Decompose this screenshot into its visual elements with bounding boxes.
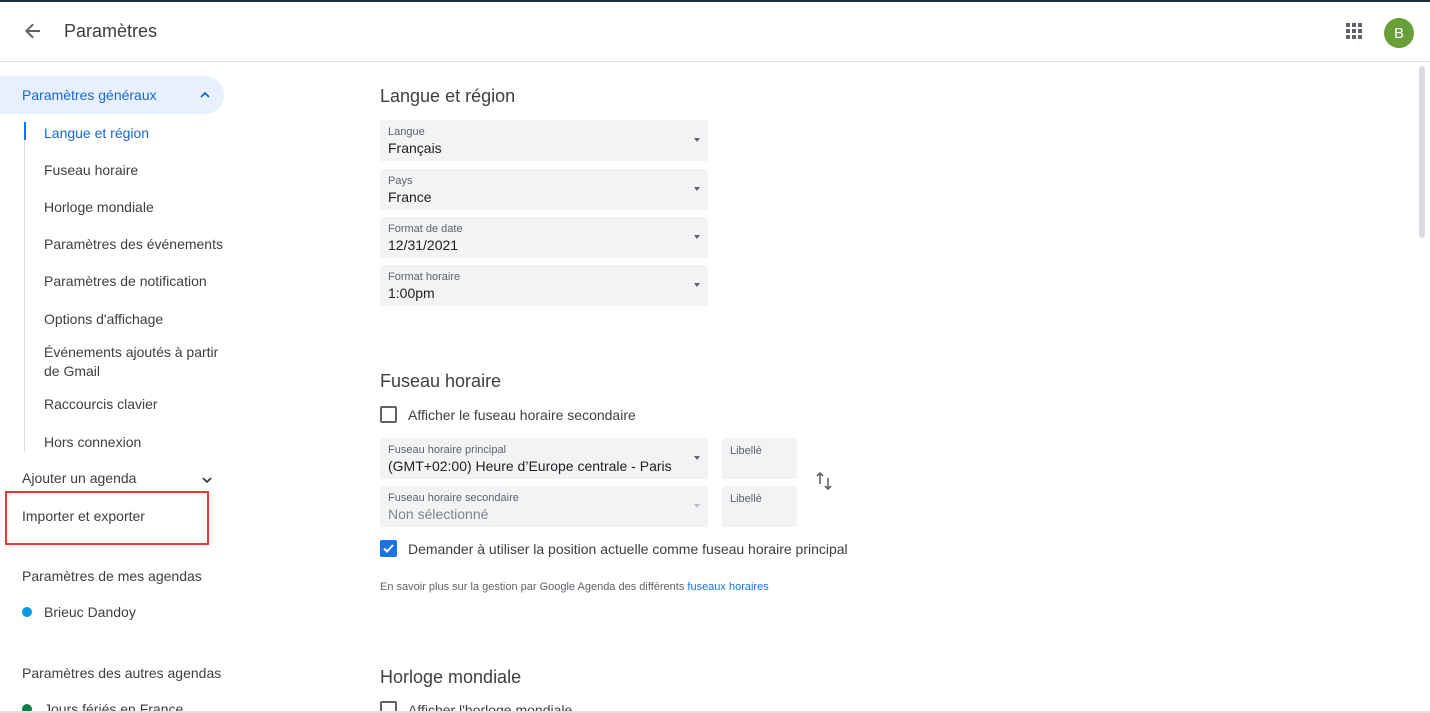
input-placeholder: Libellé [730, 445, 762, 457]
field-label: Fuseau horaire secondaire [388, 492, 519, 504]
submenu-divider [24, 122, 25, 452]
dropdown-arrow-icon [694, 283, 700, 287]
field-value: Français [388, 140, 442, 156]
arrow-back-icon[interactable] [20, 18, 46, 44]
secondary-timezone-label-input[interactable]: Libellé [722, 486, 797, 527]
sidebar-item-world-clock[interactable]: Horloge mondiale [44, 198, 154, 217]
sidebar-item-event-settings[interactable]: Paramètres des événements [44, 235, 223, 254]
sidebar-item-offline[interactable]: Hors connexion [44, 433, 141, 452]
my-calendars-heading: Paramètres de mes agendas [22, 568, 202, 584]
check-icon [383, 544, 394, 553]
field-value: 12/31/2021 [388, 237, 459, 253]
field-value: (GMT+02:00) Heure d’Europe centrale - Pa… [388, 458, 672, 474]
checkbox-label: Afficher le fuseau horaire secondaire [408, 406, 636, 423]
dropdown-arrow-icon [694, 138, 700, 142]
chevron-down-icon[interactable] [200, 473, 214, 487]
section-title-timezone: Fuseau horaire [380, 371, 502, 391]
help-text: En savoir plus sur la gestion par Google… [380, 581, 688, 593]
active-indicator [24, 122, 26, 140]
field-label: Fuseau horaire principal [388, 444, 507, 456]
settings-sidebar: Paramètres généraux Langue et région Fus… [0, 62, 240, 713]
field-value: France [388, 189, 432, 205]
ask-location-row: Demander à utiliser la position actuelle… [380, 540, 848, 557]
primary-timezone-select[interactable]: Fuseau horaire principal (GMT+02:00) Heu… [380, 438, 708, 479]
sidebar-item-my-calendar[interactable]: Brieuc Dandoy [22, 604, 136, 620]
sidebar-item-gmail-events[interactable]: Événements ajoutés à partir de Gmail [44, 343, 224, 381]
section-title-world-clock: Horloge mondiale [380, 667, 522, 687]
secondary-timezone-select[interactable]: Fuseau horaire secondaire Non sélectionn… [380, 486, 708, 527]
field-label: Format horaire [388, 271, 461, 283]
sidebar-item-language-region[interactable]: Langue et région [44, 124, 149, 143]
sidebar-item-import-export[interactable]: Importer et exporter [22, 508, 145, 524]
dropdown-arrow-icon [694, 187, 700, 191]
timezone-help-text: En savoir plus sur la gestion par Google… [380, 581, 769, 593]
sidebar-item-keyboard-shortcuts[interactable]: Raccourcis clavier [44, 395, 158, 414]
sidebar-item-notification-settings[interactable]: Paramètres de notification [44, 272, 207, 291]
dropdown-arrow-icon [694, 456, 700, 460]
calendar-color-dot [22, 607, 32, 617]
field-value: Non sélectionné [388, 506, 489, 522]
ask-location-checkbox[interactable] [380, 540, 397, 557]
swap-timezones-icon[interactable] [814, 470, 834, 492]
language-select[interactable]: Langue Français [380, 120, 708, 161]
primary-timezone-label-input[interactable]: Libellé [722, 438, 797, 479]
date-format-select[interactable]: Format de date 12/31/2021 [380, 217, 708, 258]
settings-content: Langue et région Langue Français Pays Fr… [240, 62, 1415, 713]
field-label: Langue [388, 126, 425, 138]
page-title: Paramètres [64, 21, 158, 41]
show-secondary-timezone-checkbox[interactable] [380, 406, 397, 423]
timezone-help-link[interactable]: fuseaux horaires [687, 581, 768, 593]
field-label: Format de date [388, 223, 463, 235]
sidebar-item-view-options[interactable]: Options d'affichage [44, 310, 163, 329]
avatar[interactable]: B [1384, 18, 1414, 48]
field-value: 1:00pm [388, 285, 435, 301]
input-placeholder: Libellé [730, 493, 762, 505]
calendar-name: Brieuc Dandoy [44, 604, 136, 620]
time-format-select[interactable]: Format horaire 1:00pm [380, 265, 708, 306]
scrollbar-thumb[interactable] [1419, 66, 1425, 238]
checkbox-label: Demander à utiliser la position actuelle… [408, 540, 848, 557]
sidebar-item-timezone[interactable]: Fuseau horaire [44, 161, 138, 180]
dropdown-arrow-icon [694, 235, 700, 239]
country-select[interactable]: Pays France [380, 169, 708, 210]
sidebar-item-general-settings[interactable]: Paramètres généraux [0, 76, 224, 114]
sidebar-item-add-calendar[interactable]: Ajouter un agenda [22, 470, 136, 486]
show-secondary-timezone-row: Afficher le fuseau horaire secondaire [380, 406, 636, 423]
sidebar-item-label: Paramètres généraux [22, 87, 157, 103]
app-header: Paramètres B [0, 2, 1430, 62]
field-label: Pays [388, 175, 413, 187]
chevron-up-icon[interactable] [198, 88, 212, 102]
section-title-language-region: Langue et région [380, 86, 516, 106]
dropdown-arrow-icon [694, 504, 700, 508]
apps-grid-icon[interactable] [1343, 20, 1365, 42]
other-calendars-heading: Paramètres des autres agendas [22, 665, 222, 681]
